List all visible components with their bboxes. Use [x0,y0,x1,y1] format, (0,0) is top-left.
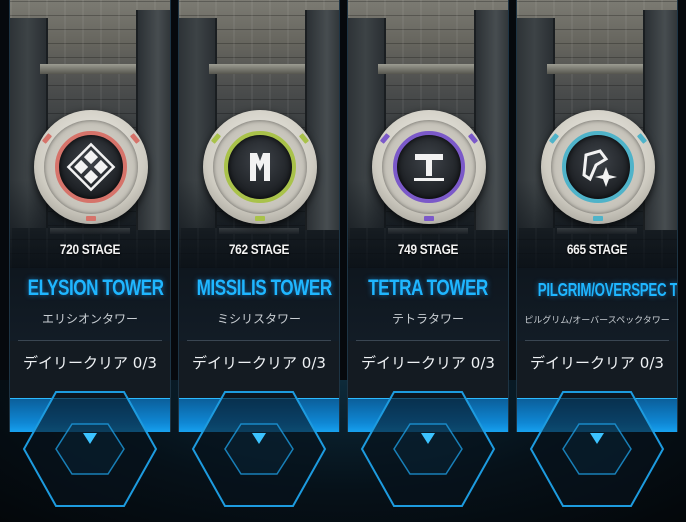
tower-name: ELYSION TOWER [27,275,164,300]
tower-emblem [203,110,317,224]
tower-card-elysion[interactable]: 720 STAGE ELYSION TOWER エリシオンタワー デイリークリア… [9,0,171,432]
enter-tower-button-missilis[interactable] [191,388,327,510]
tower-emblem [541,110,655,224]
tower-emblem [34,110,148,224]
divider [356,340,500,341]
tower-name: PILGRIM/OVERSPEC TOWER [537,280,677,300]
daily-clear-count: デイリークリア 0/3 [192,354,326,372]
stage-count: 762 STAGE [228,241,290,257]
tower-name-jp: エリシオンタワー [41,312,138,326]
enter-tower-button-tetra[interactable] [360,388,496,510]
tower-name-jp: ピルグリム/オーバースペックタワー [524,316,670,326]
daily-clear-count: デイリークリア 0/3 [23,354,157,372]
tower-emblem [372,110,486,224]
enter-tower-button-elysion[interactable] [22,388,158,510]
tower-card-tetra[interactable]: 749 STAGE TETRA TOWER テトラタワー デイリークリア 0/3 [347,0,509,432]
divider [18,340,162,341]
tower-name: MISSILIS TOWER [196,275,333,300]
missilis-m-icon [250,153,270,181]
tower-name: TETRA TOWER [368,275,488,300]
tower-name-jp: ミシリスタワー [216,312,301,326]
divider [187,340,331,341]
daily-clear-count: デイリークリア 0/3 [530,354,664,372]
tetra-t-icon [414,154,444,181]
enter-tower-button-pilgrim-overspec[interactable] [529,388,665,510]
daily-clear-count: デイリークリア 0/3 [361,354,495,372]
tower-card-missilis[interactable]: 762 STAGE MISSILIS TOWER ミシリスタワー デイリークリア… [178,0,340,432]
stage-count: 665 STAGE [566,241,628,257]
stage-count: 749 STAGE [397,241,459,257]
divider [525,340,669,341]
tower-name-jp: テトラタワー [391,312,464,326]
tower-card-pilgrim-overspec[interactable]: 665 STAGE PILGRIM/OVERSPEC TOWER ピルグリム/オ… [516,0,678,432]
stage-count: 720 STAGE [59,241,121,257]
pilgrim-star-icon [582,149,617,187]
elysion-diamond-icon [66,142,116,192]
